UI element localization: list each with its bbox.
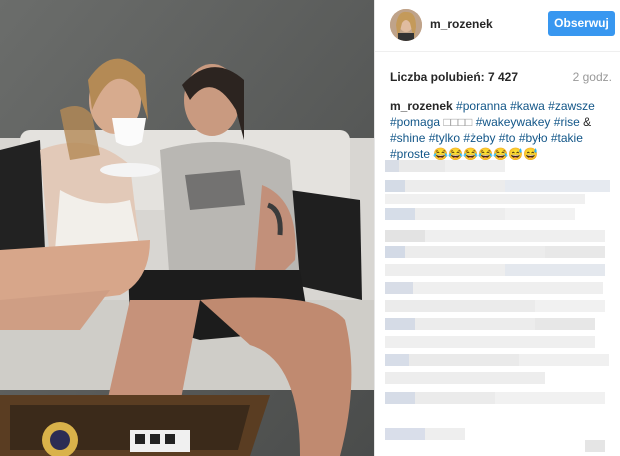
hashtag-link[interactable]: #było bbox=[519, 131, 548, 145]
hashtag-link[interactable]: #żeby bbox=[463, 131, 495, 145]
hashtag-link[interactable]: #wakeywakey bbox=[476, 115, 551, 129]
post-time[interactable]: 2 godz. bbox=[573, 70, 612, 84]
avatar[interactable] bbox=[390, 9, 422, 41]
follow-button[interactable]: Obserwuj bbox=[548, 11, 615, 36]
caption-emoji: 😂😂😂😂😂😅😅 bbox=[433, 147, 538, 161]
post-header: m_rozenek Obserwuj bbox=[375, 0, 620, 52]
likes-count[interactable]: Liczba polubień: 7 427 bbox=[390, 70, 518, 84]
username-link[interactable]: m_rozenek bbox=[430, 17, 493, 31]
caption-username[interactable]: m_rozenek bbox=[390, 99, 453, 113]
hashtag-link[interactable]: #proste bbox=[390, 147, 430, 161]
post-stats: Liczba polubień: 7 427 2 godz. bbox=[390, 70, 612, 86]
profile-photo-icon bbox=[390, 9, 422, 41]
hashtag-link[interactable]: #pomaga bbox=[390, 115, 440, 129]
pixelated-comments bbox=[385, 160, 620, 456]
pixelated-comments-graphic bbox=[385, 160, 610, 452]
hashtag-link[interactable]: #to bbox=[499, 131, 516, 145]
hashtag-link[interactable]: #tylko bbox=[429, 131, 460, 145]
hashtag-link[interactable]: #kawa bbox=[510, 99, 545, 113]
couple-on-sofa-photo bbox=[0, 0, 374, 456]
post-sidebar: m_rozenek Obserwuj Liczba polubień: 7 42… bbox=[374, 0, 620, 456]
post-caption: m_rozenek #poranna #kawa #zawsze #pomaga… bbox=[390, 98, 616, 162]
caption-emoji: □□□□ bbox=[443, 115, 473, 129]
hashtag-link[interactable]: #poranna bbox=[456, 99, 507, 113]
hashtag-link[interactable]: #takie bbox=[551, 131, 583, 145]
post-photo[interactable] bbox=[0, 0, 374, 456]
hashtag-link[interactable]: #rise bbox=[554, 115, 580, 129]
hashtag-link[interactable]: #shine bbox=[390, 131, 425, 145]
caption-text: & bbox=[583, 115, 592, 129]
hashtag-link[interactable]: #zawsze bbox=[548, 99, 595, 113]
